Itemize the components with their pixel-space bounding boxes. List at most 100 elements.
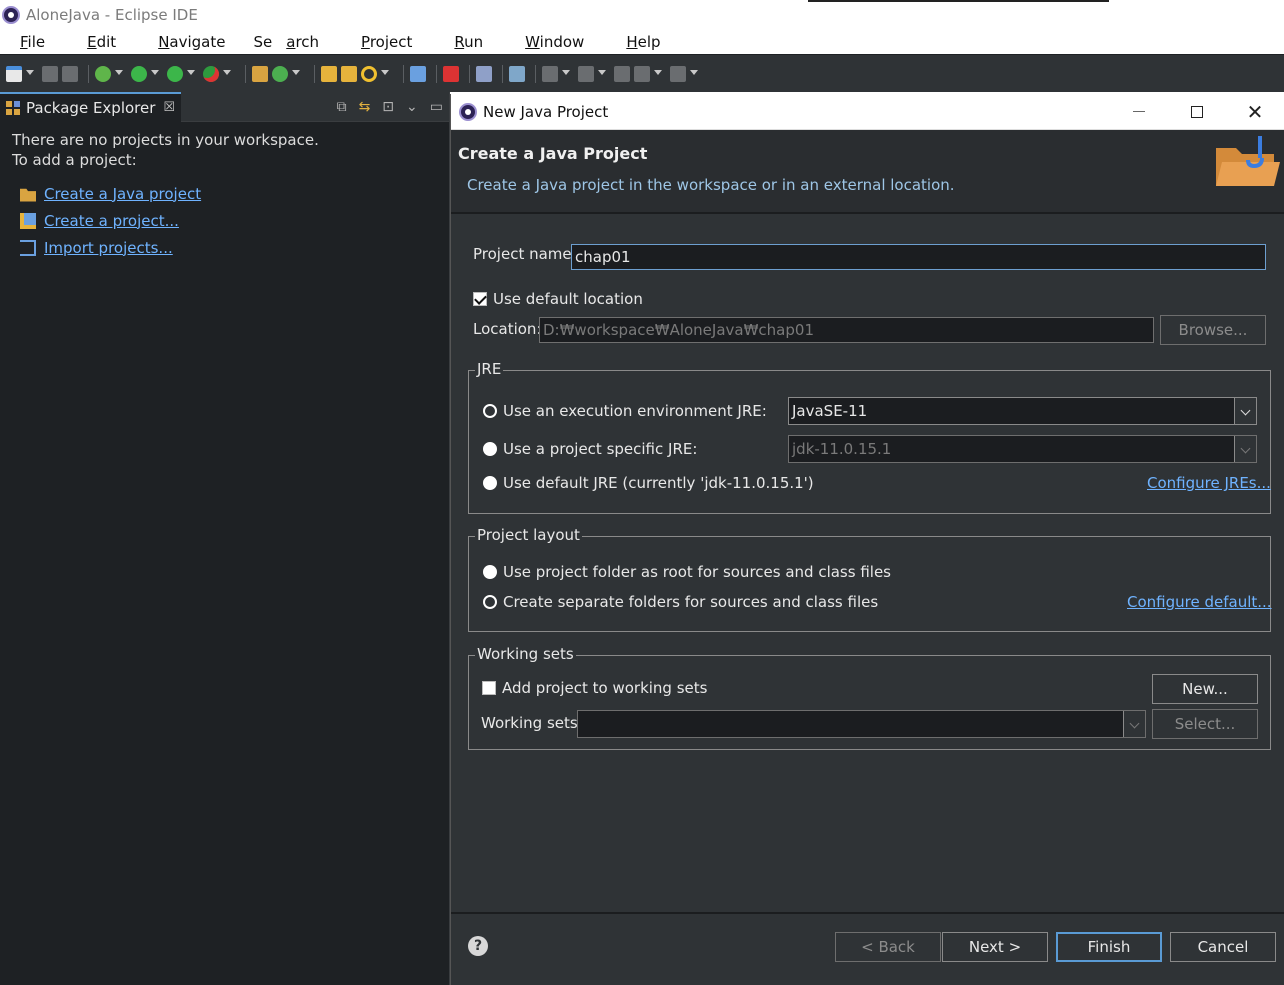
view-menu-icon[interactable]: ⌄ [406, 99, 418, 115]
import-icon [20, 239, 36, 256]
close-icon[interactable]: ☒ [163, 100, 175, 115]
exec-env-row[interactable]: Use an execution environment JRE: [483, 402, 767, 420]
back-dropdown-icon[interactable] [654, 69, 662, 78]
next-annotation-icon[interactable] [542, 65, 558, 82]
configure-default-link[interactable]: Configure default... [1127, 593, 1272, 611]
close-button[interactable]: ✕ [1226, 94, 1284, 130]
previous-annotation-icon[interactable] [578, 65, 594, 82]
external-tools-dropdown-icon[interactable] [223, 69, 231, 78]
debug-dropdown-icon[interactable] [115, 69, 123, 78]
save-all-icon[interactable] [62, 65, 78, 82]
layout-separate-radio[interactable] [483, 595, 497, 609]
menu-search[interactable]: Se arch [253, 33, 333, 51]
select-working-sets-button[interactable]: Select... [1152, 709, 1258, 739]
menu-edit[interactable]: Edit [73, 33, 130, 51]
cancel-button[interactable]: Cancel [1170, 932, 1276, 962]
new-dropdown-icon[interactable] [26, 69, 34, 78]
run-icon[interactable] [131, 65, 147, 82]
default-location-checkbox[interactable] [473, 292, 487, 306]
collapse-all-icon[interactable]: ⧉ [337, 99, 347, 115]
add-working-sets-checkbox[interactable] [482, 681, 496, 695]
exec-env-combo[interactable]: JavaSE-11 [788, 397, 1257, 425]
minimize-icon [1133, 111, 1145, 112]
new-working-set-button[interactable]: New... [1152, 674, 1258, 704]
menu-help[interactable]: Help [612, 33, 674, 51]
console-icon[interactable] [410, 65, 426, 82]
menu-bar: File Edit Navigate Se arch Project Run Wi… [0, 30, 1284, 54]
close-icon: ✕ [1246, 99, 1264, 124]
save-icon[interactable] [42, 65, 58, 82]
previous-annotation-dropdown-icon[interactable] [598, 69, 606, 78]
external-tools-icon[interactable] [203, 65, 219, 82]
toolbar-separator [245, 64, 246, 83]
layout-separate-row[interactable]: Create separate folders for sources and … [483, 593, 878, 611]
back-button[interactable]: < Back [835, 932, 941, 962]
browse-button[interactable]: Browse... [1160, 315, 1266, 345]
default-jre-row[interactable]: Use default JRE (currently 'jdk-11.0.15.… [483, 474, 814, 492]
focus-icon[interactable]: ⊡ [382, 99, 394, 115]
create-project-row[interactable]: Create a project... [12, 207, 437, 234]
next-button[interactable]: Next > [942, 932, 1048, 962]
layout-root-row[interactable]: Use project folder as root for sources a… [483, 563, 891, 581]
new-icon[interactable] [6, 65, 22, 82]
layout-root-radio[interactable] [483, 565, 497, 579]
run-dropdown-icon[interactable] [151, 69, 159, 78]
project-specific-jre-radio[interactable] [483, 442, 497, 456]
new-class-dropdown-icon[interactable] [292, 69, 300, 78]
forward-dropdown-icon[interactable] [690, 69, 698, 78]
coverage-icon[interactable] [167, 65, 183, 82]
menu-navigate[interactable]: Navigate [144, 33, 239, 51]
help-icon[interactable]: ? [468, 936, 488, 956]
exec-env-radio[interactable] [483, 404, 497, 418]
create-project-link[interactable]: Create a project... [44, 211, 179, 231]
project-specific-jre-combo[interactable]: jdk-11.0.15.1 [788, 435, 1257, 463]
project-name-row: Project name: [473, 245, 577, 263]
location-input[interactable]: D:₩workspace₩AloneJava₩chap01 [539, 317, 1154, 343]
back-arrow-icon[interactable] [634, 65, 650, 82]
open-task-icon[interactable] [341, 65, 357, 82]
import-projects-link[interactable]: Import projects... [44, 238, 173, 258]
footer-separator [451, 912, 1284, 914]
toolbar-separator [314, 64, 315, 83]
minimize-button[interactable] [1110, 94, 1168, 130]
search-dropdown-icon[interactable] [381, 69, 389, 78]
link-with-editor-icon[interactable]: ⇆ [359, 99, 371, 115]
import-projects-row[interactable]: Import projects... [12, 234, 437, 261]
dialog-title: New Java Project [483, 102, 609, 121]
add-working-sets-row[interactable]: Add project to working sets [482, 679, 707, 697]
chevron-down-icon[interactable] [1234, 398, 1256, 424]
last-edit-location-icon[interactable] [614, 65, 630, 82]
terminal-icon[interactable] [443, 65, 459, 82]
configure-jres-link[interactable]: Configure JREs... [1147, 474, 1271, 492]
maximize-button[interactable] [1168, 94, 1226, 130]
finish-button[interactable]: Finish [1056, 932, 1162, 962]
menu-file[interactable]: File [6, 33, 59, 51]
default-jre-radio[interactable] [483, 476, 497, 490]
view-actions: ⧉ ⇆ ⊡ ⌄ ▭ [325, 99, 449, 115]
menu-window[interactable]: Window [511, 33, 598, 51]
chevron-down-icon[interactable] [1123, 711, 1145, 737]
next-annotation-dropdown-icon[interactable] [562, 69, 570, 78]
working-sets-combo[interactable] [577, 710, 1146, 738]
create-java-project-row[interactable]: Create a Java project [12, 180, 437, 207]
project-name-input[interactable]: chap01 [571, 244, 1266, 270]
menu-project[interactable]: Project [347, 33, 426, 51]
new-java-class-icon[interactable] [272, 65, 288, 82]
project-specific-jre-row[interactable]: Use a project specific JRE: [483, 440, 697, 458]
tab-package-explorer[interactable]: Package Explorer ☒ [0, 91, 182, 122]
search-icon[interactable] [361, 65, 377, 82]
toggle-mark-occurrences-icon[interactable] [476, 65, 492, 82]
minimize-view-icon[interactable]: ▭ [430, 99, 443, 115]
new-java-package-icon[interactable] [252, 65, 268, 82]
menu-run[interactable]: Run [440, 33, 497, 51]
default-location-row[interactable]: Use default location [473, 290, 643, 308]
chevron-down-icon[interactable] [1234, 436, 1256, 462]
show-whitespace-icon[interactable] [509, 65, 525, 82]
forward-arrow-icon[interactable] [670, 65, 686, 82]
toolbar-separator [469, 64, 470, 83]
no-projects-text: There are no projects in your workspace. [12, 131, 319, 149]
create-java-project-link[interactable]: Create a Java project [44, 184, 201, 204]
open-type-icon[interactable] [321, 65, 337, 82]
coverage-dropdown-icon[interactable] [187, 69, 195, 78]
debug-icon[interactable] [95, 65, 111, 82]
